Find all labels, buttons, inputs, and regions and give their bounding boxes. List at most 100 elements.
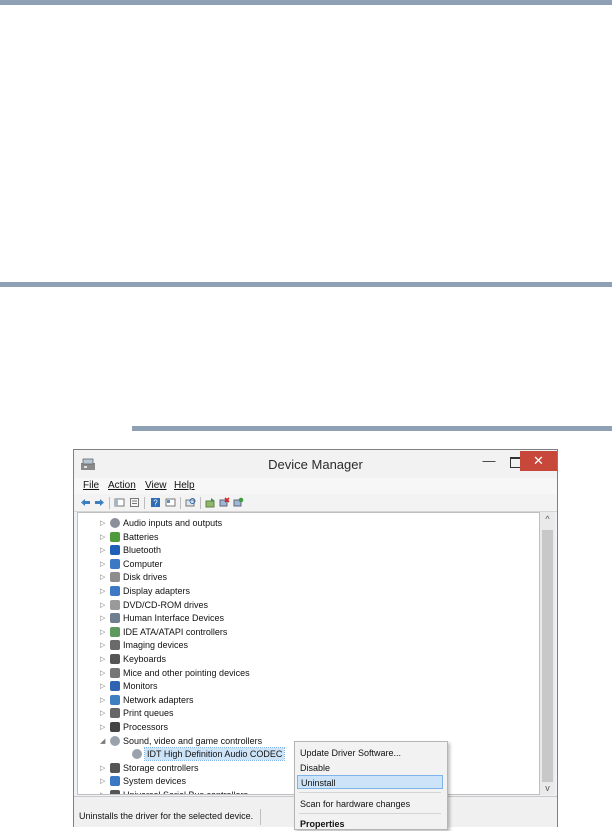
network-adapter-icon <box>110 694 120 705</box>
device-label: Processors <box>123 722 169 732</box>
device-label: Universal Serial Bus controllers <box>123 790 249 795</box>
device-label: Batteries <box>123 531 159 542</box>
dvd-drive-icon <box>110 599 120 610</box>
expand-arrow-icon[interactable]: ▷ <box>100 628 105 636</box>
device-label: Human Interface Devices <box>123 613 225 624</box>
figure-divider <box>132 426 612 431</box>
context-menu-item-update-driver-software[interactable]: Update Driver Software... <box>297 746 443 760</box>
device-label: Sound, video and game controllers <box>123 735 263 746</box>
help-icon[interactable]: ? <box>150 497 161 508</box>
expand-arrow-icon[interactable]: ▷ <box>100 546 105 554</box>
menu-bar: File Action View Help <box>74 478 557 494</box>
device-label: DVD/CD-ROM drives <box>123 599 209 610</box>
expand-arrow-icon[interactable]: ▷ <box>100 791 105 794</box>
show-hide-icon[interactable] <box>114 497 125 508</box>
top-divider <box>0 0 612 5</box>
close-button[interactable]: ✕ <box>520 451 557 471</box>
bluetooth-icon <box>110 545 120 556</box>
computer-icon <box>110 558 120 569</box>
device-label: Keyboards <box>123 654 167 664</box>
expand-arrow-icon[interactable]: ▷ <box>100 614 105 622</box>
device-label: IDT High Definition Audio CODEC <box>143 747 286 762</box>
context-menu-item-properties[interactable]: Properties <box>297 817 443 831</box>
device-label: Audio inputs and outputs <box>123 518 223 528</box>
scroll-up-icon[interactable]: ^ <box>540 512 555 526</box>
monitor-icon <box>110 681 120 692</box>
mouse-icon <box>110 667 120 678</box>
device-label: Computer <box>123 558 163 569</box>
expand-arrow-icon[interactable]: ▷ <box>100 682 105 690</box>
expand-arrow-icon[interactable]: ▷ <box>100 655 105 663</box>
view-icon[interactable] <box>165 497 176 508</box>
update-driver-icon[interactable] <box>205 497 216 508</box>
title-bar[interactable]: Device Manager — ✕ <box>74 450 557 478</box>
expand-arrow-icon[interactable]: ▷ <box>100 669 105 677</box>
expand-arrow-icon[interactable]: ▷ <box>100 764 105 772</box>
audio-device-icon <box>132 749 142 760</box>
scroll-thumb[interactable] <box>542 530 553 782</box>
collapse-arrow-icon[interactable]: ◢ <box>100 737 105 745</box>
device-label: Mice and other pointing devices <box>123 667 250 678</box>
context-menu-item-scan-for-hardware-changes[interactable]: Scan for hardware changes <box>297 797 443 811</box>
middle-divider <box>0 282 612 287</box>
device-label: Display adapters <box>123 586 191 596</box>
expand-arrow-icon[interactable]: ▷ <box>100 519 105 527</box>
expand-arrow-icon[interactable]: ▷ <box>100 723 105 731</box>
device-label: IDE ATA/ATAPI controllers <box>123 626 228 637</box>
ide-controller-icon <box>110 626 120 637</box>
back-arrow-icon[interactable] <box>80 497 91 508</box>
vertical-scrollbar[interactable]: ^ v <box>540 512 555 795</box>
system-device-icon <box>110 776 120 787</box>
battery-icon <box>110 531 120 542</box>
expand-arrow-icon[interactable]: ▷ <box>100 777 105 785</box>
device-label: Bluetooth <box>123 545 162 556</box>
status-divider <box>260 809 261 825</box>
context-menu-item-disable[interactable]: Disable <box>297 761 443 775</box>
expand-arrow-icon[interactable]: ▷ <box>100 601 105 609</box>
device-label: Storage controllers <box>123 762 199 773</box>
menu-help[interactable]: Help <box>174 480 195 491</box>
scan-icon[interactable] <box>185 497 196 508</box>
toolbar-separator <box>109 497 110 509</box>
speaker-icon <box>110 518 120 528</box>
device-label: Monitors <box>123 681 158 692</box>
menu-action[interactable]: Action <box>108 480 136 491</box>
menu-file[interactable]: File <box>83 480 99 491</box>
hid-icon <box>110 613 120 624</box>
printer-icon <box>110 708 120 719</box>
minimize-button[interactable]: — <box>476 452 502 472</box>
expand-arrow-icon[interactable]: ▷ <box>100 573 105 581</box>
enable-icon[interactable] <box>233 497 244 508</box>
expand-arrow-icon[interactable]: ▷ <box>100 560 105 568</box>
status-text: Uninstalls the driver for the selected d… <box>79 811 254 821</box>
camera-icon <box>110 640 120 651</box>
svg-text:?: ? <box>153 499 158 508</box>
expand-arrow-icon[interactable]: ▷ <box>100 641 105 649</box>
context-menu-item-uninstall[interactable]: Uninstall <box>297 775 443 789</box>
menu-separator <box>299 813 441 814</box>
expand-arrow-icon[interactable]: ▷ <box>100 709 105 717</box>
sound-icon <box>110 735 120 746</box>
device-label: Print queues <box>123 708 174 719</box>
context-menu: Update Driver Software... Disable Uninstal… <box>294 741 448 830</box>
forward-arrow-icon[interactable] <box>94 497 105 508</box>
usb-icon <box>110 790 120 794</box>
properties-icon[interactable] <box>129 497 140 508</box>
processor-icon <box>110 722 120 732</box>
expand-arrow-icon[interactable]: ▷ <box>100 533 105 541</box>
expand-arrow-icon[interactable]: ▷ <box>100 696 105 704</box>
keyboard-icon <box>110 654 120 664</box>
device-label: System devices <box>123 776 187 787</box>
device-label: Imaging devices <box>123 640 189 651</box>
toolbar: ? <box>74 494 557 512</box>
menu-separator <box>299 792 441 793</box>
device-label: Disk drives <box>123 572 168 583</box>
scroll-down-icon[interactable]: v <box>540 781 555 795</box>
uninstall-icon[interactable] <box>219 497 230 508</box>
expand-arrow-icon[interactable]: ▷ <box>100 587 105 595</box>
device-label: Network adapters <box>123 694 194 705</box>
toolbar-separator <box>144 497 145 509</box>
storage-controller-icon <box>110 762 120 773</box>
display-adapter-icon <box>110 586 120 596</box>
menu-view[interactable]: View <box>145 480 167 491</box>
